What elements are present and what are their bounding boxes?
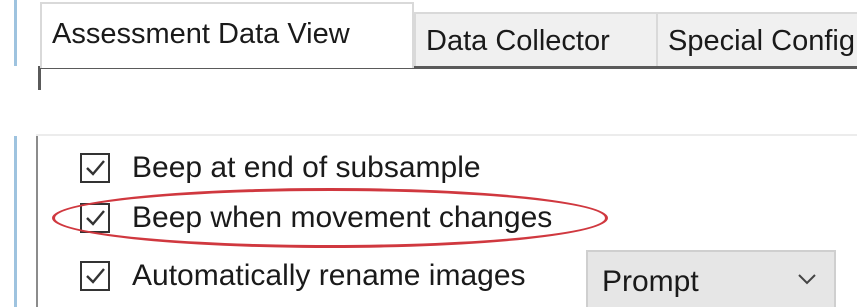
window-border — [14, 0, 17, 66]
option-auto-rename-images[interactable]: Automatically rename images — [80, 254, 526, 298]
option-beep-end-subsample[interactable]: Beep at end of subsample — [80, 146, 481, 190]
tab-strip: Assessment Data View Data Collector Spec… — [30, 0, 857, 70]
window-border — [14, 136, 17, 307]
beep-end-subsample-checkbox[interactable] — [80, 153, 110, 183]
beep-movement-changes-checkbox[interactable] — [80, 203, 110, 233]
option-label: Beep at end of subsample — [132, 151, 481, 184]
checkmark-icon — [86, 210, 105, 226]
tab-data-collector[interactable]: Data Collector — [414, 12, 658, 68]
tab-special-config[interactable]: Special Config — [656, 12, 857, 68]
rename-mode-dropdown[interactable]: Prompt — [586, 250, 836, 307]
options-panel-border-left — [36, 136, 38, 307]
options-panel-border — [36, 134, 857, 136]
option-label: Beep when movement changes — [132, 201, 553, 234]
rename-mode-value: Prompt — [602, 265, 699, 298]
option-label: Automatically rename images — [132, 259, 526, 292]
tab-assessment-data-view[interactable]: Assessment Data View — [40, 2, 414, 68]
option-beep-movement-changes[interactable]: Beep when movement changes — [80, 196, 552, 240]
tab-panel-border-left — [38, 66, 41, 90]
chevron-down-icon — [798, 274, 816, 285]
auto-rename-images-checkbox[interactable] — [80, 261, 110, 291]
checkmark-icon — [86, 160, 105, 176]
checkmark-icon — [86, 268, 105, 284]
settings-dialog: Assessment Data View Data Collector Spec… — [0, 0, 857, 307]
